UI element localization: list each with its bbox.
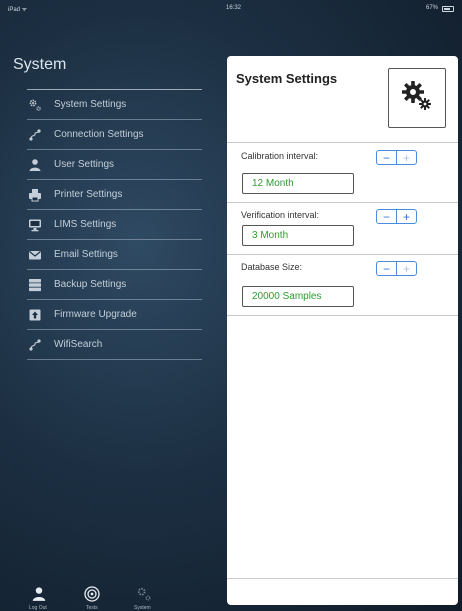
user-icon xyxy=(28,158,42,172)
sidebar-item-system-settings[interactable]: System Settings xyxy=(27,89,202,119)
panel-footer-divider xyxy=(227,578,458,579)
sidebar-item-backup-settings[interactable]: Backup Settings xyxy=(27,269,202,299)
increment-button[interactable]: + xyxy=(397,210,416,223)
settings-gear-button[interactable] xyxy=(388,68,446,128)
sidebar-item-label: User Settings xyxy=(54,159,115,170)
sidebar-item-wifisearch[interactable]: WifiSearch xyxy=(27,329,202,359)
tab-label-tests: Tests xyxy=(86,605,98,611)
gears-icon xyxy=(28,98,42,112)
sidebar-item-label: System Settings xyxy=(54,99,127,110)
battery-icon xyxy=(442,6,454,12)
sidebar-menu: System Settings Connection Settings User… xyxy=(27,89,202,360)
sidebar-item-firmware-upgrade[interactable]: Firmware Upgrade xyxy=(27,299,202,329)
sidebar-item-lims-settings[interactable]: LIMS Settings xyxy=(27,209,202,239)
connection-icon xyxy=(28,128,42,142)
divider xyxy=(227,315,458,316)
sidebar-item-connection-settings[interactable]: Connection Settings xyxy=(27,119,202,149)
calibration-interval-stepper[interactable]: − + xyxy=(376,150,417,165)
sidebar-item-label: Printer Settings xyxy=(54,189,123,200)
page-title: System Settings xyxy=(236,71,338,86)
battery-percent: 67% xyxy=(425,5,438,11)
sidebar-title: System xyxy=(13,56,67,73)
menu-divider xyxy=(27,359,202,360)
sidebar-item-label: LIMS Settings xyxy=(54,219,117,230)
gears-icon xyxy=(136,586,152,607)
database-icon xyxy=(28,278,42,292)
verification-interval-stepper[interactable]: − + xyxy=(376,209,417,224)
status-bar: iPad ᯤ 16:32 67% xyxy=(0,0,462,18)
sidebar-item-user-settings[interactable]: User Settings xyxy=(27,149,202,179)
sidebar-item-label: Email Settings xyxy=(54,249,118,260)
sidebar-item-label: Connection Settings xyxy=(54,129,144,140)
gears-icon xyxy=(400,79,434,118)
increment-button[interactable]: + xyxy=(397,262,416,275)
settings-panel: System Settings Calibration interval: − … xyxy=(227,56,458,605)
email-icon xyxy=(28,248,42,262)
decrement-button[interactable]: − xyxy=(377,151,396,164)
tab-label-system: System xyxy=(134,605,151,611)
database-size-stepper[interactable]: − + xyxy=(376,261,417,276)
tab-label-log-out: Log Out xyxy=(29,605,47,611)
connection-icon xyxy=(28,338,42,352)
decrement-button[interactable]: − xyxy=(377,262,396,275)
device-label: iPad ᯤ xyxy=(8,7,28,13)
database-size-label: Database Size: xyxy=(241,262,303,272)
tab-tests[interactable] xyxy=(81,585,103,607)
divider xyxy=(227,202,458,203)
verification-interval-label: Verification interval: xyxy=(241,210,320,220)
printer-icon xyxy=(28,188,42,202)
database-size-field[interactable]: 20000 Samples xyxy=(242,286,354,307)
increment-button[interactable]: + xyxy=(397,151,416,164)
verification-interval-field[interactable]: 3 Month xyxy=(242,225,354,246)
calibration-interval-label: Calibration interval: xyxy=(241,151,319,161)
monitor-icon xyxy=(28,218,42,232)
sidebar-item-email-settings[interactable]: Email Settings xyxy=(27,239,202,269)
sidebar-item-printer-settings[interactable]: Printer Settings xyxy=(27,179,202,209)
sidebar-item-label: Backup Settings xyxy=(54,279,127,290)
tab-system[interactable] xyxy=(133,585,155,607)
sidebar-item-label: Firmware Upgrade xyxy=(54,309,137,320)
calibration-interval-field[interactable]: 12 Month xyxy=(242,173,354,194)
sidebar-item-label: WifiSearch xyxy=(54,339,103,350)
tab-log-out[interactable] xyxy=(28,585,50,607)
divider xyxy=(227,254,458,255)
user-icon xyxy=(31,586,47,607)
panel-header: System Settings xyxy=(227,56,458,147)
decrement-button[interactable]: − xyxy=(377,210,396,223)
upload-icon xyxy=(28,308,42,322)
status-time: 16:32 xyxy=(226,5,242,11)
divider xyxy=(227,142,458,143)
